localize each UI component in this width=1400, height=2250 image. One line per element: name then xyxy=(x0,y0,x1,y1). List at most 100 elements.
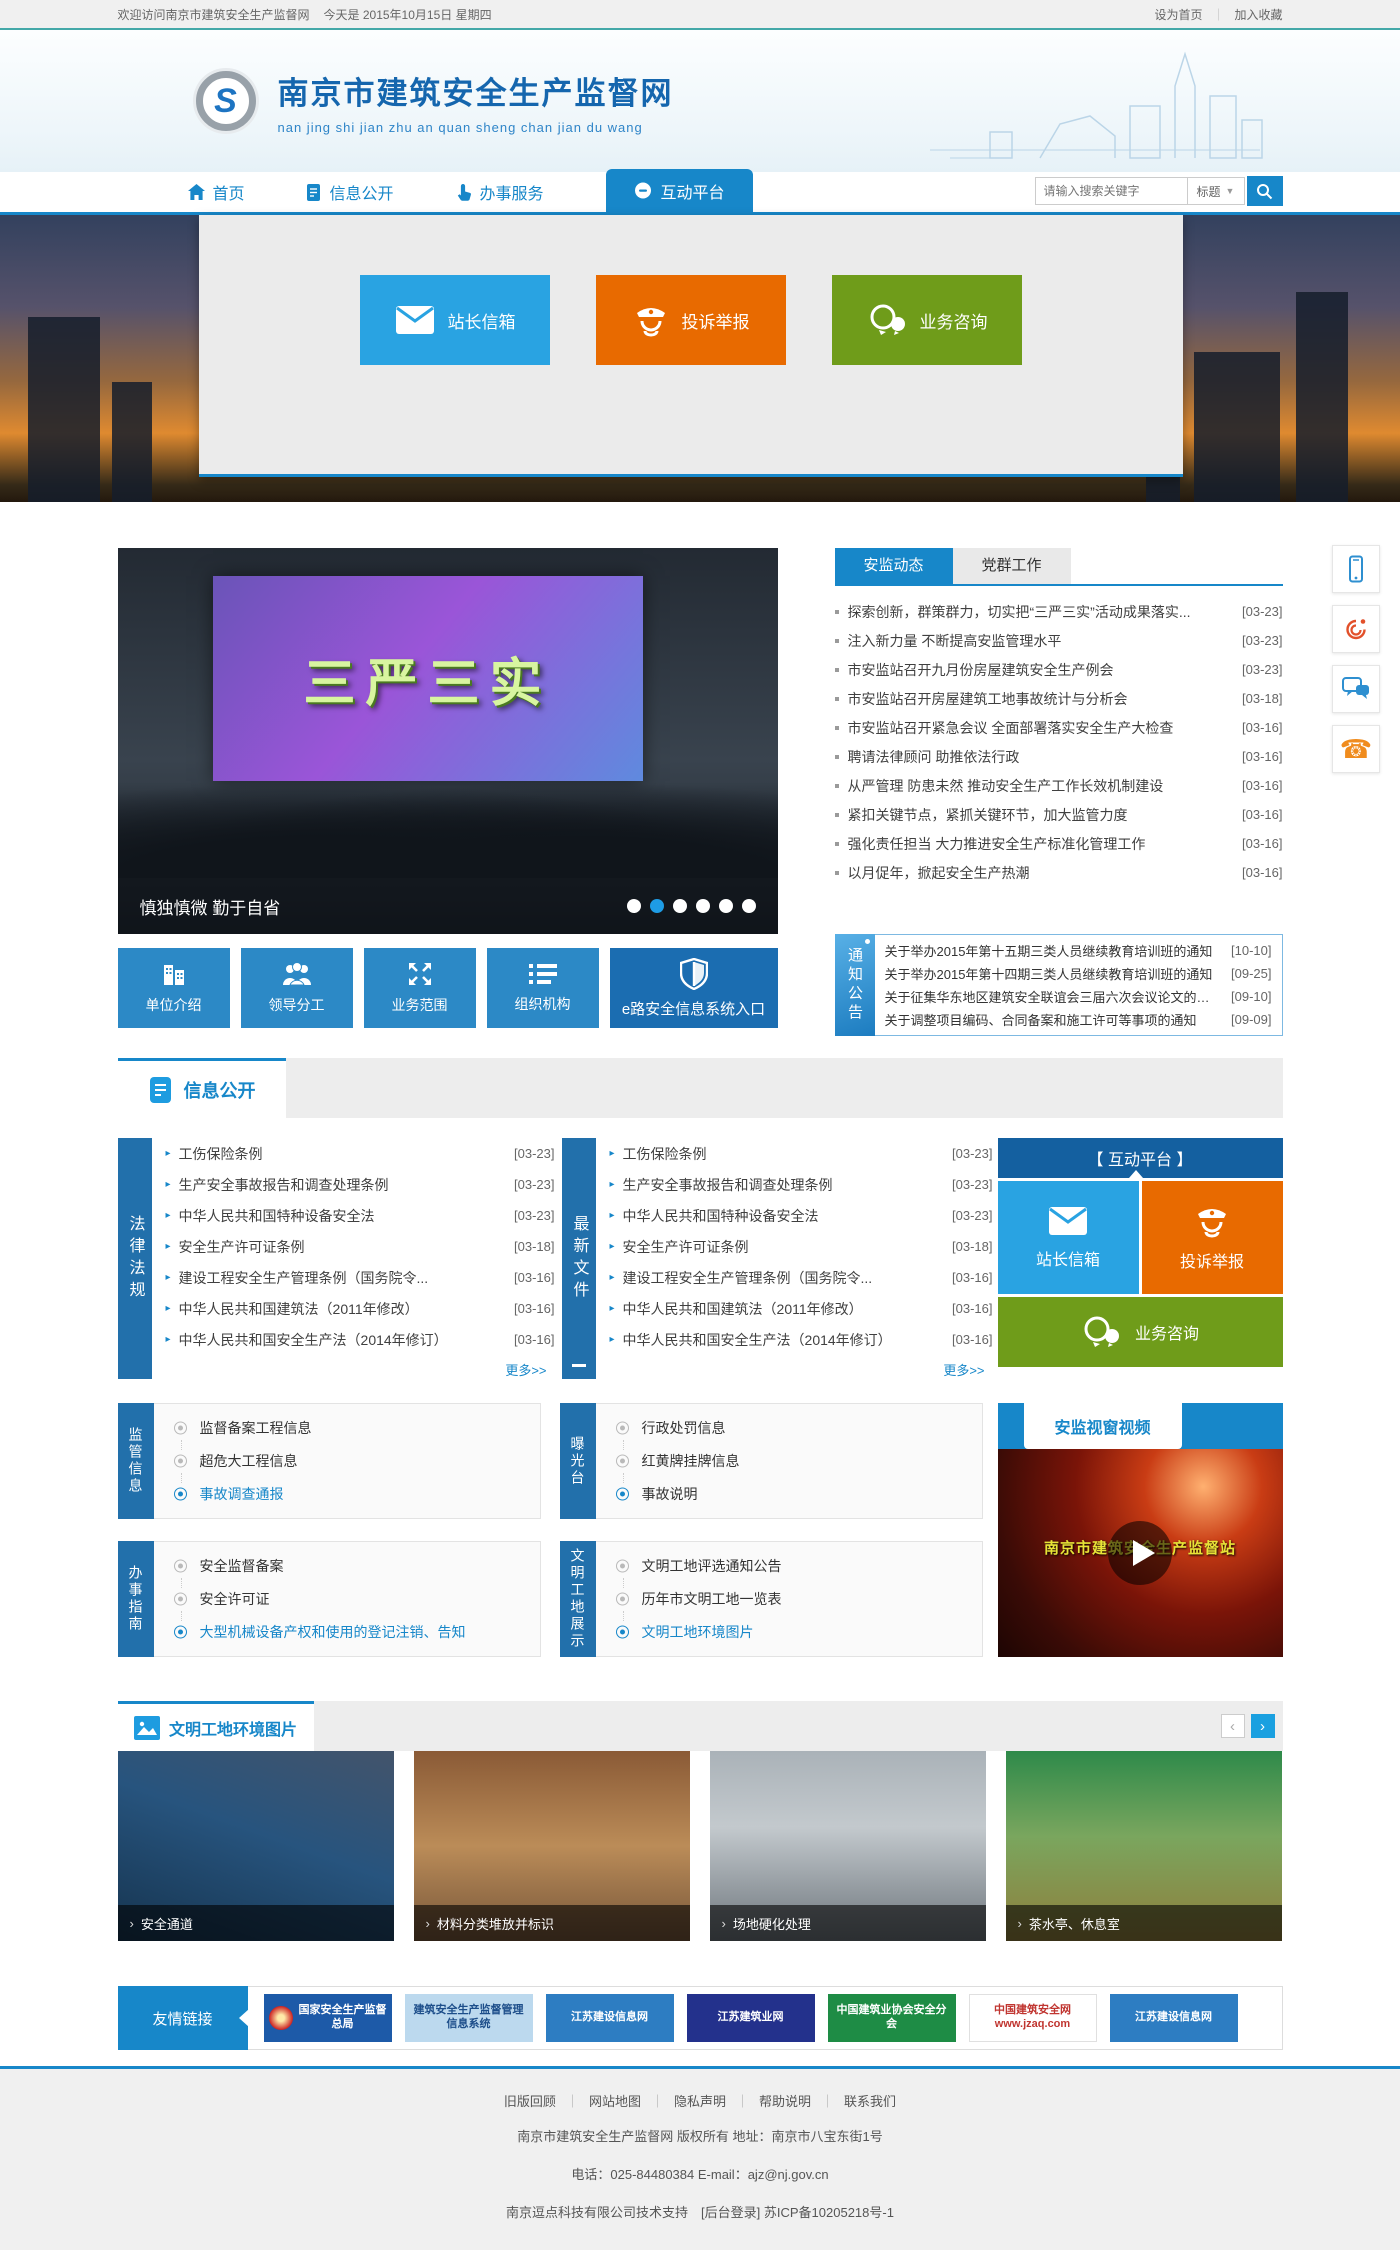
set-home-link[interactable]: 设为首页 xyxy=(1154,6,1202,23)
notice-panel: 通知公告 关于举办2015年第十五期三类人员继续教育培训班的通知[10-10] … xyxy=(835,934,1283,1036)
footer-link-sitemap[interactable]: 网站地图 xyxy=(589,2094,641,2109)
news-item[interactable]: 紧扣关键节点，紧抓关键环节，加大监管力度[03-16] xyxy=(835,800,1283,829)
tile-webmaster-mail[interactable]: 站长信箱 xyxy=(998,1181,1139,1294)
slider-dot[interactable] xyxy=(719,899,733,913)
friend-link-logo[interactable]: 中国建筑业协会安全分会 xyxy=(828,1994,956,2042)
nav-item-home[interactable]: 首页 xyxy=(188,172,245,212)
box-item-active[interactable]: 大型机械设备产权和使用的登记注销、告知 xyxy=(174,1620,530,1644)
list-item[interactable]: ▸中华人民共和国特种设备安全法[03-23] xyxy=(610,1200,993,1231)
notice-item[interactable]: 关于举办2015年第十五期三类人员继续教育培训班的通知[10-10] xyxy=(885,941,1272,960)
list-item[interactable]: ▸中华人民共和国安全生产法（2014年修订）[03-16] xyxy=(166,1324,555,1355)
friend-link-logo[interactable]: 江苏建筑业网 xyxy=(687,1994,815,2042)
slider-dot[interactable] xyxy=(627,899,641,913)
news-item[interactable]: 市安监站召开九月份房屋建筑安全生产例会[03-23] xyxy=(835,655,1283,684)
friend-link-logo[interactable]: 建筑安全生产监督管理信息系统 xyxy=(405,1994,533,2042)
toolbar-weibo-button[interactable] xyxy=(1332,605,1380,653)
nav-tab-interact[interactable]: 互动平台 xyxy=(606,169,753,212)
list-item[interactable]: ▸中华人民共和国建筑法（2011年修改）[03-16] xyxy=(166,1293,555,1324)
notice-item[interactable]: 关于举办2015年第十四期三类人员继续教育培训班的通知[09-25] xyxy=(885,964,1272,983)
news-item[interactable]: 从严管理 防患未然 推动安全生产工作长效机制建设[03-16] xyxy=(835,771,1283,800)
box-item[interactable]: 安全许可证 xyxy=(174,1587,530,1611)
box-item[interactable]: 行政处罚信息 xyxy=(616,1416,972,1440)
arrow-icon: ▸ xyxy=(610,1241,615,1252)
box-item-active[interactable]: 事故说明 xyxy=(616,1482,972,1506)
news-item[interactable]: 市安监站召开紧急会议 全面部署落实安全生产大检查[03-16] xyxy=(835,713,1283,742)
slider-dot[interactable] xyxy=(673,899,687,913)
video-thumbnail[interactable]: 南京市建筑安全生产监督站 xyxy=(998,1449,1283,1657)
list-item[interactable]: ▸中华人民共和国特种设备安全法[03-23] xyxy=(166,1200,555,1231)
tile-complaint-report[interactable]: 投诉举报 xyxy=(1142,1181,1283,1294)
more-link[interactable]: 更多>> xyxy=(166,1360,555,1379)
search-input[interactable] xyxy=(1035,177,1187,205)
gallery-title-tab: 文明工地环境图片 xyxy=(118,1701,314,1751)
gallery-prev-button[interactable]: ‹ xyxy=(1221,1714,1245,1738)
friend-link-logo[interactable]: 国家安全生产监督总局 xyxy=(264,1994,392,2042)
footer-link-privacy[interactable]: 隐私声明 xyxy=(674,2094,726,2109)
list-item[interactable]: ▸建设工程安全生产管理条例（国务院令...[03-16] xyxy=(610,1262,993,1293)
quicklink-organization[interactable]: 组织机构 xyxy=(487,948,599,1028)
news-item[interactable]: 注入新力量 不断提高安监管理水平[03-23] xyxy=(835,626,1283,655)
list-item[interactable]: ▸安全生产许可证条例[03-18] xyxy=(166,1231,555,1262)
box-item[interactable]: 历年市文明工地一览表 xyxy=(616,1587,972,1611)
list-item[interactable]: ▸安全生产许可证条例[03-18] xyxy=(610,1231,993,1262)
search-button[interactable] xyxy=(1247,176,1283,206)
list-item[interactable]: ▸中华人民共和国安全生产法（2014年修订）[03-16] xyxy=(610,1324,993,1355)
tile-business-consult[interactable]: 业务咨询 xyxy=(998,1297,1283,1367)
notice-item[interactable]: 关于调整项目编码、合同备案和施工许可等事项的通知[09-09] xyxy=(885,1010,1272,1029)
box-item[interactable]: 监督备案工程信息 xyxy=(174,1416,530,1440)
arrow-icon: ▸ xyxy=(166,1210,171,1221)
toolbar-mobile-button[interactable] xyxy=(1332,545,1380,593)
footer-link-contact[interactable]: 联系我们 xyxy=(844,2094,896,2109)
notice-item[interactable]: 关于征集华东地区建筑安全联谊会三届六次会议论文的通知[09-10] xyxy=(885,987,1272,1006)
news-slider[interactable]: 三严三实 慎独慎微 勤于自省 xyxy=(118,548,778,934)
list-item[interactable]: ▸生产安全事故报告和调查处理条例[03-23] xyxy=(166,1169,555,1200)
box-item[interactable]: 红黄牌挂牌信息 xyxy=(616,1449,972,1473)
search-category-select[interactable]: 标题 ▼ xyxy=(1187,177,1245,205)
tab-party-news[interactable]: 党群工作 xyxy=(953,548,1071,584)
gallery-item[interactable]: ›场地硬化处理 xyxy=(710,1751,986,1941)
box-item[interactable]: 安全监督备案 xyxy=(174,1554,530,1578)
complaint-report-button[interactable]: 投诉举报 xyxy=(596,275,786,365)
radio-icon xyxy=(616,1487,629,1500)
friend-link-logo[interactable]: 江苏建设信息网 xyxy=(1110,1994,1238,2042)
business-consult-button[interactable]: 业务咨询 xyxy=(832,275,1022,365)
news-item[interactable]: 探索创新，群策群力，切实把“三严三实”活动成果落实...[03-23] xyxy=(835,597,1283,626)
list-item[interactable]: ▸工伤保险条例[03-23] xyxy=(166,1138,555,1169)
tab-safety-news[interactable]: 安监动态 xyxy=(835,548,953,584)
list-item[interactable]: ▸工伤保险条例[03-23] xyxy=(610,1138,993,1169)
list-item[interactable]: ▸建设工程安全生产管理条例（国务院令...[03-16] xyxy=(166,1262,555,1293)
gallery-item[interactable]: ›安全通道 xyxy=(118,1751,394,1941)
toolbar-phone-button[interactable]: ☎ xyxy=(1332,725,1380,773)
box-item[interactable]: 文明工地评选通知公告 xyxy=(616,1554,972,1578)
news-item[interactable]: 市安监站召开房屋建筑工地事故统计与分析会[03-18] xyxy=(835,684,1283,713)
list-item[interactable]: ▸生产安全事故报告和调查处理条例[03-23] xyxy=(610,1169,993,1200)
news-item[interactable]: 强化责任担当 大力推进安全生产标准化管理工作[03-16] xyxy=(835,829,1283,858)
play-button[interactable] xyxy=(1108,1521,1172,1585)
gallery-item[interactable]: ›材料分类堆放并标识 xyxy=(414,1751,690,1941)
footer-link-old-version[interactable]: 旧版回顾 xyxy=(504,2094,556,2109)
toolbar-chat-button[interactable] xyxy=(1332,665,1380,713)
nav-item-info[interactable]: 信息公开 xyxy=(307,172,394,212)
quicklink-unit-intro[interactable]: 单位介绍 xyxy=(118,948,230,1028)
webmaster-mail-button[interactable]: 站长信箱 xyxy=(360,275,550,365)
friend-link-logo[interactable]: 江苏建设信息网 xyxy=(546,1994,674,2042)
box-item-active[interactable]: 文明工地环境图片 xyxy=(616,1620,972,1644)
box-item[interactable]: 超危大工程信息 xyxy=(174,1449,530,1473)
gallery-next-button[interactable]: › xyxy=(1251,1714,1275,1738)
news-item[interactable]: 以月促年，掀起安全生产热潮[03-16] xyxy=(835,858,1283,887)
slider-dot[interactable] xyxy=(742,899,756,913)
slider-dot[interactable] xyxy=(696,899,710,913)
list-item[interactable]: ▸中华人民共和国建筑法（2011年修改）[03-16] xyxy=(610,1293,993,1324)
slider-dot-active[interactable] xyxy=(650,899,664,913)
gallery-item[interactable]: ›茶水亭、休息室 xyxy=(1006,1751,1282,1941)
add-favorite-link[interactable]: 加入收藏 xyxy=(1234,6,1282,23)
nav-item-service[interactable]: 办事服务 xyxy=(456,172,544,212)
quicklink-leadership[interactable]: 领导分工 xyxy=(241,948,353,1028)
more-link[interactable]: 更多>> xyxy=(610,1360,993,1379)
box-item-active[interactable]: 事故调查通报 xyxy=(174,1482,530,1506)
quicklink-esafety-system[interactable]: e路安全信息系统入口 xyxy=(610,948,778,1028)
quicklink-scope[interactable]: 业务范围 xyxy=(364,948,476,1028)
news-item[interactable]: 聘请法律顾问 助推依法行政[03-16] xyxy=(835,742,1283,771)
friend-link-logo[interactable]: 中国建筑安全网 www.jzaq.com xyxy=(969,1994,1097,2042)
footer-link-help[interactable]: 帮助说明 xyxy=(759,2094,811,2109)
